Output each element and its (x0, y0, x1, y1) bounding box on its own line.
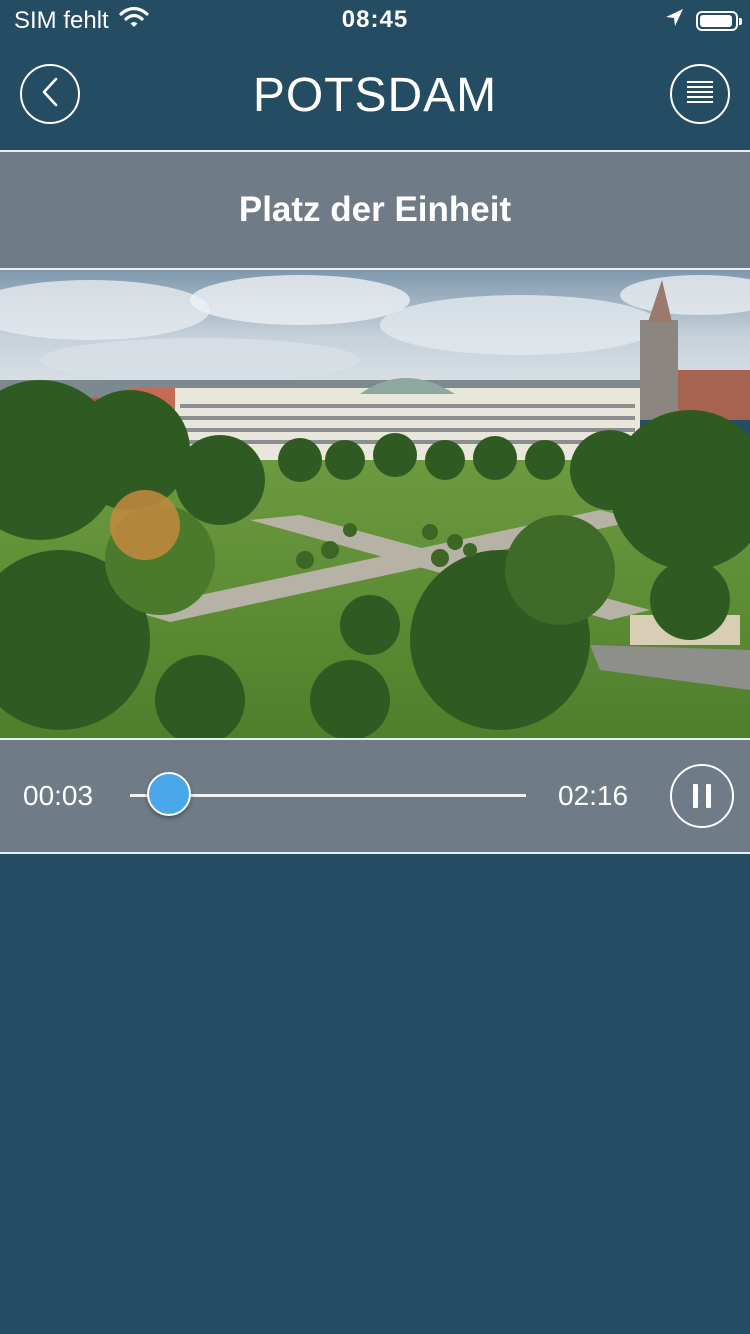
clock: 08:45 (341, 6, 409, 33)
content-area (0, 855, 750, 1334)
station-photo (0, 270, 750, 738)
current-time: 00:03 (23, 780, 94, 811)
menu-button[interactable] (670, 64, 730, 124)
pause-icon (693, 784, 711, 808)
seek-slider-thumb[interactable] (146, 772, 191, 816)
station-title: Platz der Einheit (238, 190, 512, 229)
station-title-bar: Platz der Einheit (0, 152, 750, 268)
total-time: 02:16 (558, 780, 629, 811)
nav-bar: POTSDAM (0, 40, 750, 150)
status-right (664, 8, 742, 33)
divider (0, 852, 750, 854)
menu-lines-icon (685, 79, 715, 110)
page-title: POTSDAM (252, 69, 498, 122)
battery-icon (696, 10, 742, 31)
status-bar: SIM fehlt 08:45 (0, 0, 750, 40)
location-arrow-icon (664, 8, 684, 33)
audio-player: 00:03 02:16 (0, 740, 750, 852)
pause-button[interactable] (670, 764, 734, 828)
